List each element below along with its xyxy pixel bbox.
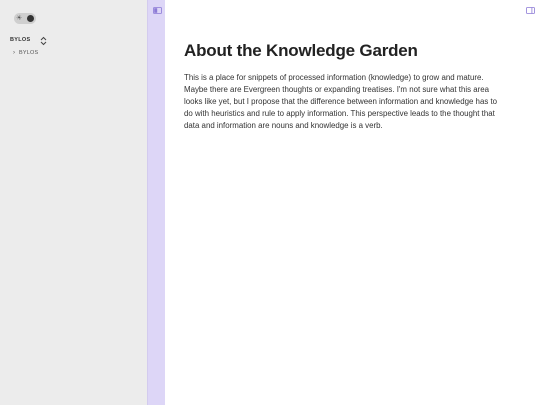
ribbon-strip [147,0,165,405]
app-window: ☀ BYLOS › BYLOS About the Knowledge Garde… [0,0,540,405]
tree-item-label: BYLOS [19,50,39,56]
main-content: About the Knowledge Garden This is a pla… [165,0,540,405]
page-title: About the Knowledge Garden [184,41,418,60]
sidebar-right-icon[interactable] [526,7,535,14]
toggle-knob [27,15,34,22]
left-sidebar: ☀ BYLOS › BYLOS [0,0,147,405]
sun-icon: ☀ [16,14,23,22]
vault-name: BYLOS [10,37,31,43]
theme-toggle[interactable]: ☀ [14,13,36,24]
page-body-text: This is a place for snippets of processe… [184,73,498,130]
sidebar-left-icon[interactable] [153,7,162,14]
vault-switcher[interactable]: BYLOS [10,36,50,46]
tree-item-folder[interactable]: › BYLOS [13,50,38,58]
chevron-up-down-icon[interactable] [40,36,47,46]
